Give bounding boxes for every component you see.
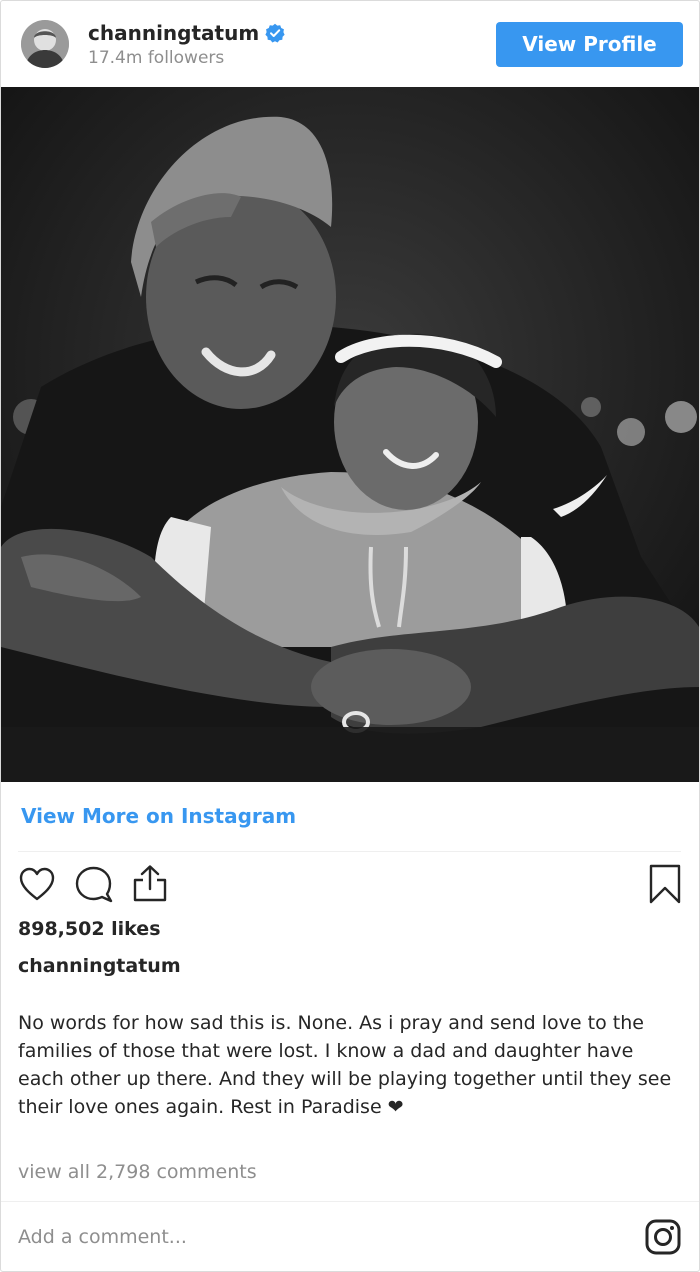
- verified-badge-icon: [265, 23, 285, 43]
- view-more-on-instagram-link[interactable]: View More on Instagram: [21, 802, 296, 830]
- post-photo[interactable]: [1, 87, 699, 782]
- instagram-logo-icon[interactable]: [645, 1219, 681, 1255]
- post-photo-image: [1, 87, 699, 782]
- bookmark-icon[interactable]: [648, 864, 682, 908]
- profile-username[interactable]: channingtatum: [88, 20, 285, 46]
- caption-username[interactable]: channingtatum: [18, 953, 181, 979]
- share-icon[interactable]: [130, 863, 170, 907]
- instagram-embed-card: channingtatum 17.4m followers View Profi…: [0, 0, 700, 1272]
- profile-username-text[interactable]: channingtatum: [88, 21, 259, 45]
- like-count[interactable]: 898,502 likes: [18, 916, 161, 942]
- post-header: channingtatum 17.4m followers View Profi…: [1, 1, 699, 87]
- action-bar: [1, 861, 699, 907]
- follower-count: 17.4m followers: [88, 48, 225, 68]
- comment-icon[interactable]: [74, 865, 114, 907]
- view-all-comments-link[interactable]: view all 2,798 comments: [18, 1159, 257, 1185]
- avatar-image: [21, 20, 69, 68]
- divider: [18, 851, 681, 852]
- avatar[interactable]: [21, 20, 69, 68]
- post-caption: No words for how sad this is. None. As i…: [18, 1012, 672, 1118]
- add-comment-input[interactable]: Add a comment...: [18, 1224, 187, 1250]
- divider: [1, 1201, 699, 1202]
- view-profile-button[interactable]: View Profile: [496, 22, 683, 67]
- heart-icon[interactable]: [18, 866, 56, 906]
